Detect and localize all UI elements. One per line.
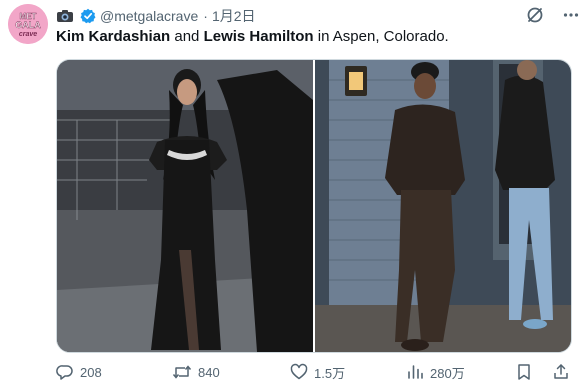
media-grid <box>56 59 572 353</box>
avatar-logo: MET GALA crave <box>8 4 48 44</box>
bookmark-icon <box>518 364 530 380</box>
mention-name-1: Kim Kardashian <box>56 28 171 45</box>
verified-icon <box>80 8 96 24</box>
reply-button[interactable]: 208 <box>56 363 102 381</box>
mention-name-2: Lewis Hamilton <box>203 28 314 45</box>
separator-dot: · <box>203 8 208 24</box>
tweet-rest: in Aspen, Colorado. <box>313 28 449 45</box>
repost-count: 840 <box>198 364 220 380</box>
views-count: 280万 <box>430 365 465 381</box>
repost-button[interactable]: 840 <box>172 363 220 381</box>
post-date[interactable]: 1月2日 <box>212 6 256 26</box>
tweet-text: Kim Kardashian and Lewis Hamilton in Asp… <box>56 27 580 47</box>
svg-text:crave: crave <box>19 31 37 38</box>
more-icon[interactable] <box>562 6 580 24</box>
photo-right-image <box>315 60 571 352</box>
heart-icon <box>290 363 308 380</box>
bookmark-button[interactable] <box>516 363 538 381</box>
user-handle[interactable]: @metgalacrave <box>100 8 198 24</box>
reply-count: 208 <box>80 364 102 380</box>
tweet-header: @metgalacrave · 1月2日 <box>56 6 580 26</box>
svg-text:GALA: GALA <box>15 20 41 30</box>
like-count: 1.5万 <box>314 365 346 381</box>
photo-left[interactable] <box>57 60 313 352</box>
repost-icon <box>172 365 192 379</box>
share-button[interactable] <box>552 363 576 381</box>
action-bar: 208 840 1.5万 280万 <box>56 362 578 382</box>
views-button[interactable]: 280万 <box>406 363 465 382</box>
avatar[interactable]: MET GALA crave <box>8 4 48 44</box>
reply-icon <box>56 365 73 380</box>
grok-icon[interactable] <box>526 6 544 24</box>
share-icon <box>554 364 568 379</box>
camera-emoji-icon <box>56 8 74 24</box>
views-icon <box>408 365 423 379</box>
photo-right[interactable] <box>315 60 571 352</box>
like-button[interactable]: 1.5万 <box>290 363 345 382</box>
tweet-conj: and <box>170 28 204 45</box>
photo-left-image <box>57 60 313 352</box>
